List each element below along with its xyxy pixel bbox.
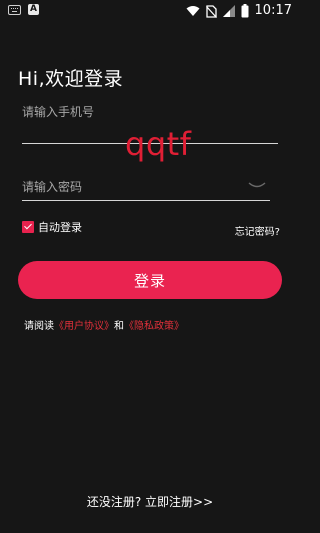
- forgot-password-link[interactable]: 忘记密码?: [235, 223, 280, 238]
- password-field: [22, 175, 270, 201]
- register-prompt: 还没注册?: [86, 495, 142, 509]
- phone-input[interactable]: [22, 102, 278, 122]
- signal-icon: [222, 5, 235, 17]
- greeting-title: Hi,欢迎登录: [18, 68, 124, 90]
- status-time: 10:17: [254, 3, 292, 18]
- wifi-icon: [186, 6, 200, 16]
- agreement-prefix: 请阅读: [24, 321, 54, 332]
- auto-login-checkbox[interactable]: 自动登录: [22, 219, 82, 235]
- privacy-policy-link[interactable]: 《隐私政策》: [124, 321, 184, 332]
- password-underline: [22, 200, 270, 201]
- status-bar: A 10:17: [0, 0, 300, 22]
- register-row: 还没注册? 立即注册>>: [0, 493, 300, 510]
- agreement-text: 请阅读《用户协议》和《隐私政策》: [24, 317, 184, 332]
- login-screen: A 10:17 Hi,欢迎登录 qqtf: [0, 0, 300, 533]
- checkbox-checked-icon[interactable]: [22, 221, 34, 233]
- status-right: 10:17: [186, 3, 292, 19]
- login-button[interactable]: 登录: [18, 261, 282, 299]
- status-left: A: [8, 4, 39, 15]
- auto-login-label: 自动登录: [38, 221, 82, 234]
- password-input[interactable]: [22, 177, 242, 197]
- keyboard-icon: [8, 4, 21, 15]
- agreement-and: 和: [114, 321, 124, 332]
- no-sim-icon: [205, 4, 217, 18]
- eye-closed-icon[interactable]: [248, 181, 266, 191]
- a-badge-icon: A: [28, 4, 39, 15]
- watermark-text: qqtf: [125, 125, 192, 163]
- battery-icon: [241, 4, 249, 18]
- register-link[interactable]: 立即注册>>: [145, 495, 213, 509]
- user-agreement-link[interactable]: 《用户协议》: [54, 321, 114, 332]
